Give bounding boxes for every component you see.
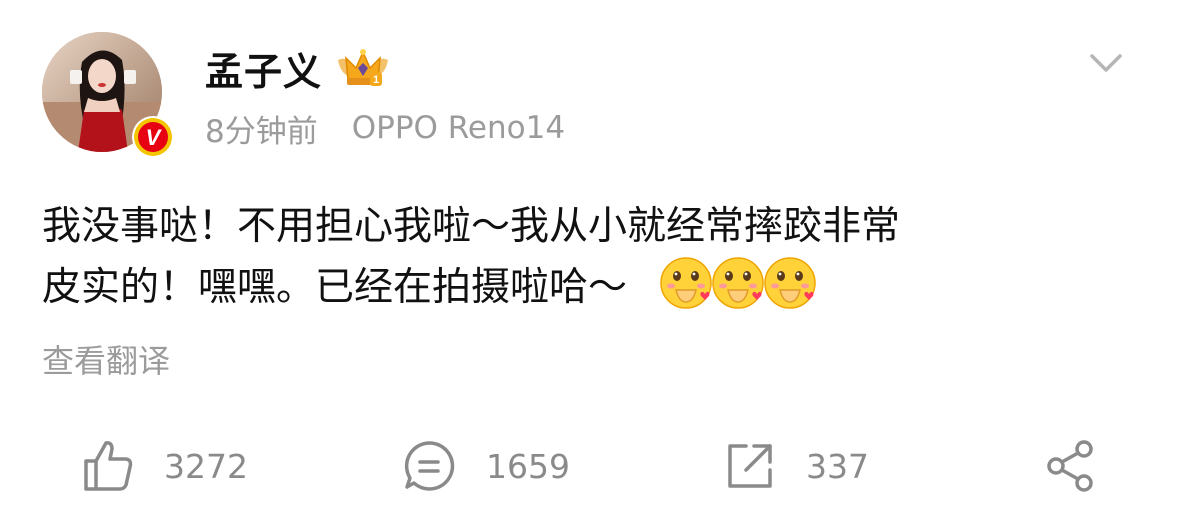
svg-text:1: 1 [373,74,379,86]
weibo-post: V 孟子义 1 8分钟前 OPPO Reno14 我没事哒！不用担心我啦～我从小… [0,0,1179,529]
avatar-container[interactable]: V [42,32,174,158]
heart-hands-emoji [764,257,817,309]
translate-link[interactable]: 查看翻译 [42,336,170,382]
post-meta: 8分钟前 OPPO Reno14 [205,106,565,150]
thumb-up-icon [84,441,133,491]
author-row: 孟子义 1 [205,40,392,96]
like-count: 3272 [164,446,248,486]
verified-v-icon: V [132,116,174,158]
post-device: OPPO Reno14 [351,110,566,146]
author-name[interactable]: 孟子义 [205,41,322,96]
share-icon [1047,440,1093,492]
share-button[interactable] [1044,434,1098,498]
svg-text:V: V [146,125,163,150]
post-content: 我没事哒！不用担心我啦～我从小就经常摔跤非常 皮实的！嘿嘿。已经在拍摄啦哈～ [42,198,1142,317]
post-text-line-2: 皮实的！嘿嘿。已经在拍摄啦哈～ [42,265,628,310]
like-button[interactable]: 3272 [82,434,248,498]
comment-icon [404,441,455,491]
post-text-line-1: 我没事哒！不用担心我啦～我从小就经常摔跤非常 [42,204,901,249]
comment-button[interactable]: 1659 [402,434,570,498]
post-text-line-2-wrap: 皮实的！嘿嘿。已经在拍摄啦哈～ [42,256,1142,317]
repost-count: 337 [806,446,869,486]
crown-badge-icon[interactable]: 1 [334,46,392,90]
heart-hands-emoji [712,257,765,309]
post-time: 8分钟前 [205,113,318,150]
repost-icon [728,444,772,488]
comment-count: 1659 [486,446,570,486]
chevron-down-icon[interactable] [1088,50,1124,76]
repost-button[interactable]: 337 [724,434,869,498]
emoji-group [647,257,817,310]
action-bar: 3272 1659 337 [0,434,1179,498]
heart-hands-emoji [660,257,713,309]
